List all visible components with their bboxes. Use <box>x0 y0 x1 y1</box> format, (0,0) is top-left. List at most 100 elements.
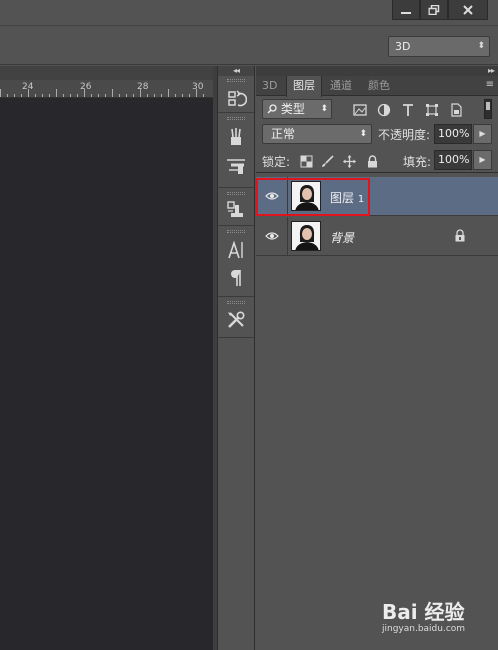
filter-adjustment-icon[interactable] <box>377 103 391 117</box>
document-tab-strip <box>0 66 213 80</box>
opacity-input[interactable]: 100% <box>434 124 472 144</box>
clone-source-icon[interactable] <box>225 199 247 221</box>
layers-panel: ▸▸ 3D 图层 通道 颜色 ≡ 类型 ⬍ 正常 ⬍ 不透明度: 100% ▶ … <box>256 66 498 650</box>
restore-button[interactable] <box>420 0 448 20</box>
collapse-panel-icon[interactable]: ▸▸ <box>256 66 498 76</box>
filter-pixel-icon[interactable] <box>353 103 367 117</box>
layer-thumbnail <box>291 221 321 251</box>
panel-tabs: 3D 图层 通道 颜色 ≡ <box>256 76 498 97</box>
restore-icon <box>428 4 440 15</box>
dock-group-tool-presets <box>218 298 254 338</box>
blend-mode-select[interactable]: 正常 ⬍ <box>262 124 372 144</box>
ruler-tick <box>154 94 155 97</box>
filter-smart-object-icon[interactable] <box>449 103 463 117</box>
layer-row-background[interactable]: 背景 <box>256 217 498 256</box>
tab-layers[interactable]: 图层 <box>286 76 322 97</box>
close-button[interactable] <box>448 0 488 20</box>
tab-color[interactable]: 颜色 <box>362 76 396 96</box>
grip-icon[interactable] <box>227 79 245 82</box>
lock-label: 锁定: <box>262 155 291 169</box>
grip-icon[interactable] <box>227 301 245 304</box>
ruler-tick <box>203 94 204 97</box>
collapse-dock-icon[interactable]: ◂◂ <box>218 66 254 76</box>
blend-mode-label: 正常 <box>271 127 296 141</box>
layer-name[interactable]: 背景 <box>330 229 354 246</box>
ruler-tick <box>91 94 92 97</box>
document-area: 24 26 28 30 <box>0 66 213 650</box>
layer-thumbnail <box>291 181 321 211</box>
lock-icon <box>455 229 465 242</box>
dock-group-brushes <box>218 114 254 188</box>
fill-input[interactable]: 100% <box>434 150 472 170</box>
watermark-logo: Bai 经验 <box>382 600 465 624</box>
ruler-tick <box>189 94 190 97</box>
ruler-tick <box>63 94 64 97</box>
ruler-tick <box>147 94 148 97</box>
workspace-select[interactable]: 3D ⬍ <box>388 36 490 57</box>
ruler-mark: 30 <box>192 82 204 92</box>
ruler-tick <box>105 94 106 97</box>
layer-name[interactable]: 图层 1 <box>330 189 364 206</box>
dock-group-history <box>218 76 254 113</box>
lock-row: 锁定: 填充: 100% ▶ <box>256 149 498 173</box>
ruler-tick <box>7 94 8 97</box>
history-icon[interactable] <box>225 88 247 110</box>
visibility-toggle[interactable] <box>256 177 288 215</box>
grip-icon[interactable] <box>227 192 245 195</box>
character-icon[interactable] <box>225 239 247 261</box>
horizontal-ruler[interactable]: 24 26 28 30 <box>0 80 213 98</box>
dock-group-clone <box>218 189 254 226</box>
ruler-tick <box>119 94 120 97</box>
minimize-icon <box>401 11 411 14</box>
ruler-mark: 26 <box>80 82 92 92</box>
ruler-tick <box>49 94 50 97</box>
portrait-thumbnail-icon <box>292 222 320 250</box>
eye-icon <box>265 192 279 200</box>
search-icon <box>267 104 277 114</box>
panel-dock: ◂◂ <box>217 66 255 650</box>
visibility-toggle[interactable] <box>256 217 288 255</box>
ruler-tick <box>182 94 183 97</box>
brush-presets-icon[interactable] <box>225 126 247 148</box>
ruler-tick <box>56 89 57 97</box>
grip-icon[interactable] <box>227 117 245 120</box>
dock-group-type <box>218 227 254 297</box>
tool-presets-icon[interactable] <box>225 309 247 331</box>
ruler-mark: 28 <box>137 82 149 92</box>
layer-filter-select[interactable]: 类型 ⬍ <box>262 99 332 119</box>
ruler-tick <box>161 94 162 97</box>
paragraph-icon[interactable] <box>225 267 247 289</box>
fill-label: 填充: <box>403 155 432 169</box>
lock-all-icon[interactable] <box>366 155 379 168</box>
watermark: Bai 经验 jingyan.baidu.com <box>382 596 494 640</box>
filter-shape-icon[interactable] <box>425 103 439 117</box>
ruler-tick <box>28 89 29 97</box>
lock-position-icon[interactable] <box>343 155 356 168</box>
ruler-tick <box>70 94 71 97</box>
title-bar <box>0 0 498 24</box>
ruler-tick <box>98 94 99 97</box>
watermark-url: jingyan.baidu.com <box>382 624 466 634</box>
ruler-tick <box>14 94 15 97</box>
panel-menu-icon[interactable]: ≡ <box>486 79 494 90</box>
minimize-button[interactable] <box>392 0 420 20</box>
filter-type-icon[interactable] <box>401 103 415 117</box>
filter-toggle-switch[interactable] <box>484 99 492 119</box>
ruler-tick <box>196 89 197 97</box>
lock-transparent-pixels-icon[interactable] <box>300 155 313 168</box>
dropdown-arrows-icon: ⬍ <box>359 129 367 139</box>
lock-image-pixels-icon[interactable] <box>321 155 334 168</box>
tab-3d[interactable]: 3D <box>256 76 283 96</box>
fill-dropdown-button[interactable]: ▶ <box>473 150 492 170</box>
brush-settings-icon[interactable] <box>225 154 247 176</box>
layer-row-layer1[interactable]: 图层 1 <box>256 177 498 216</box>
ruler-tick <box>35 94 36 97</box>
opacity-dropdown-button[interactable]: ▶ <box>473 124 492 144</box>
tab-channels[interactable]: 通道 <box>324 76 358 96</box>
ruler-tick <box>21 94 22 97</box>
grip-icon[interactable] <box>227 230 245 233</box>
blend-row: 正常 ⬍ 不透明度: 100% ▶ <box>256 123 498 147</box>
ruler-tick <box>42 94 43 97</box>
document-canvas[interactable] <box>0 99 213 650</box>
filter-kind-label: 类型 <box>280 102 305 116</box>
